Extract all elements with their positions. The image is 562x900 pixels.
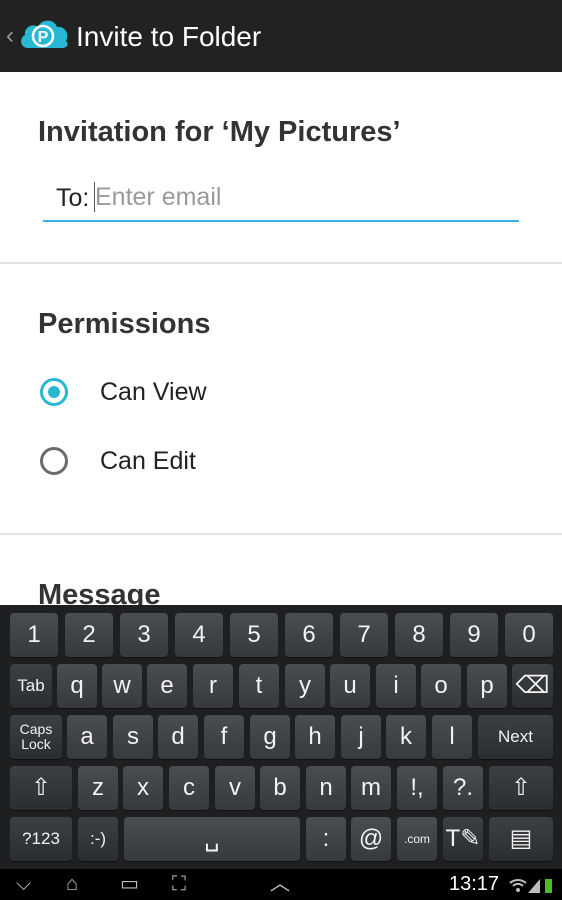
key-emoticon[interactable]: :-) <box>78 817 118 861</box>
key-0[interactable]: 0 <box>505 613 553 657</box>
key-5[interactable]: 5 <box>230 613 278 657</box>
status-icons <box>509 879 552 893</box>
status-clock: 13:17 <box>449 873 500 895</box>
key-y[interactable]: y <box>285 664 325 708</box>
key-s[interactable]: s <box>113 715 153 759</box>
section-divider <box>0 262 562 264</box>
key-question-period[interactable]: ?. <box>443 766 483 810</box>
space-bar-icon[interactable]: ␣ <box>124 817 300 861</box>
key-6[interactable]: 6 <box>285 613 333 657</box>
key-symbols[interactable]: ?123 <box>10 817 72 861</box>
key-9[interactable]: 9 <box>450 613 498 657</box>
key-t[interactable]: t <box>239 664 279 708</box>
key-next[interactable]: Next <box>478 715 553 759</box>
permissions-heading: Permissions <box>38 308 211 340</box>
section-divider <box>0 533 562 535</box>
key-at[interactable]: @ <box>351 817 391 861</box>
key-i[interactable]: i <box>376 664 416 708</box>
handwriting-key-icon[interactable]: T✎ <box>443 817 483 861</box>
key-c[interactable]: c <box>169 766 209 810</box>
permission-option-can-edit[interactable]: Can Edit <box>38 439 518 489</box>
key-dot-com[interactable]: .com <box>397 817 437 861</box>
nav-up-icon[interactable]: ︿ <box>270 872 290 896</box>
key-v[interactable]: v <box>215 766 255 810</box>
invitation-heading: Invitation for ‘My Pictures’ <box>38 116 401 148</box>
key-f[interactable]: f <box>204 715 244 759</box>
key-8[interactable]: 8 <box>395 613 443 657</box>
key-exclaim-comma[interactable]: !, <box>397 766 437 810</box>
key-k[interactable]: k <box>386 715 426 759</box>
key-2[interactable]: 2 <box>65 613 113 657</box>
key-p[interactable]: p <box>467 664 507 708</box>
battery-icon <box>545 879 552 893</box>
soft-keyboard: 1 2 3 4 5 6 7 8 9 0 Tab q w e r t y u i … <box>0 605 562 869</box>
email-input[interactable] <box>94 182 495 212</box>
radio-selected-icon[interactable] <box>40 378 68 406</box>
backspace-key-icon[interactable]: ⌫ <box>512 664 553 708</box>
page-title: Invite to Folder <box>76 21 262 52</box>
shift-left-key-icon[interactable]: ⇧ <box>10 766 72 810</box>
permission-option-can-view[interactable]: Can View <box>38 370 518 420</box>
key-m[interactable]: m <box>351 766 391 810</box>
key-x[interactable]: x <box>123 766 163 810</box>
key-n[interactable]: n <box>306 766 346 810</box>
key-d[interactable]: d <box>158 715 198 759</box>
nav-back-icon[interactable]: ⌵ <box>16 872 31 896</box>
key-w[interactable]: w <box>102 664 142 708</box>
key-3[interactable]: 3 <box>120 613 168 657</box>
key-o[interactable]: o <box>421 664 461 708</box>
signal-icon <box>528 879 540 893</box>
nav-screenshot-icon[interactable]: ⛶ <box>172 872 186 896</box>
back-chevron-icon[interactable]: ‹ <box>6 22 14 50</box>
key-h[interactable]: h <box>295 715 335 759</box>
permission-label: Can Edit <box>100 447 196 475</box>
system-nav-bar: ⌵ ⌂ ▭ ⛶ ︿ 13:17 <box>0 869 562 900</box>
nav-home-icon[interactable]: ⌂ <box>66 872 78 896</box>
shift-right-key-icon[interactable]: ⇧ <box>489 766 553 810</box>
permission-label: Can View <box>100 378 207 406</box>
clipboard-key-icon[interactable]: ▤ <box>489 817 553 861</box>
logo-letter: P <box>38 29 49 46</box>
key-u[interactable]: u <box>330 664 370 708</box>
radio-unselected-icon[interactable] <box>40 447 68 475</box>
app-logo-icon[interactable]: P <box>18 14 70 54</box>
key-4[interactable]: 4 <box>175 613 223 657</box>
to-field[interactable]: To: <box>43 178 519 222</box>
key-r[interactable]: r <box>193 664 233 708</box>
key-j[interactable]: j <box>341 715 381 759</box>
key-g[interactable]: g <box>250 715 290 759</box>
action-bar: ‹ P Invite to Folder <box>0 0 562 72</box>
key-z[interactable]: z <box>78 766 118 810</box>
key-q[interactable]: q <box>57 664 97 708</box>
key-colon[interactable]: : <box>306 817 346 861</box>
key-a[interactable]: a <box>67 715 107 759</box>
key-caps-lock[interactable]: Caps Lock <box>10 715 62 759</box>
nav-recents-icon[interactable]: ▭ <box>120 872 139 896</box>
key-1[interactable]: 1 <box>10 613 58 657</box>
wifi-icon <box>509 879 527 884</box>
key-tab[interactable]: Tab <box>10 664 52 708</box>
key-b[interactable]: b <box>260 766 300 810</box>
key-l[interactable]: l <box>432 715 472 759</box>
key-e[interactable]: e <box>147 664 187 708</box>
key-7[interactable]: 7 <box>340 613 388 657</box>
to-label: To: <box>56 184 90 212</box>
